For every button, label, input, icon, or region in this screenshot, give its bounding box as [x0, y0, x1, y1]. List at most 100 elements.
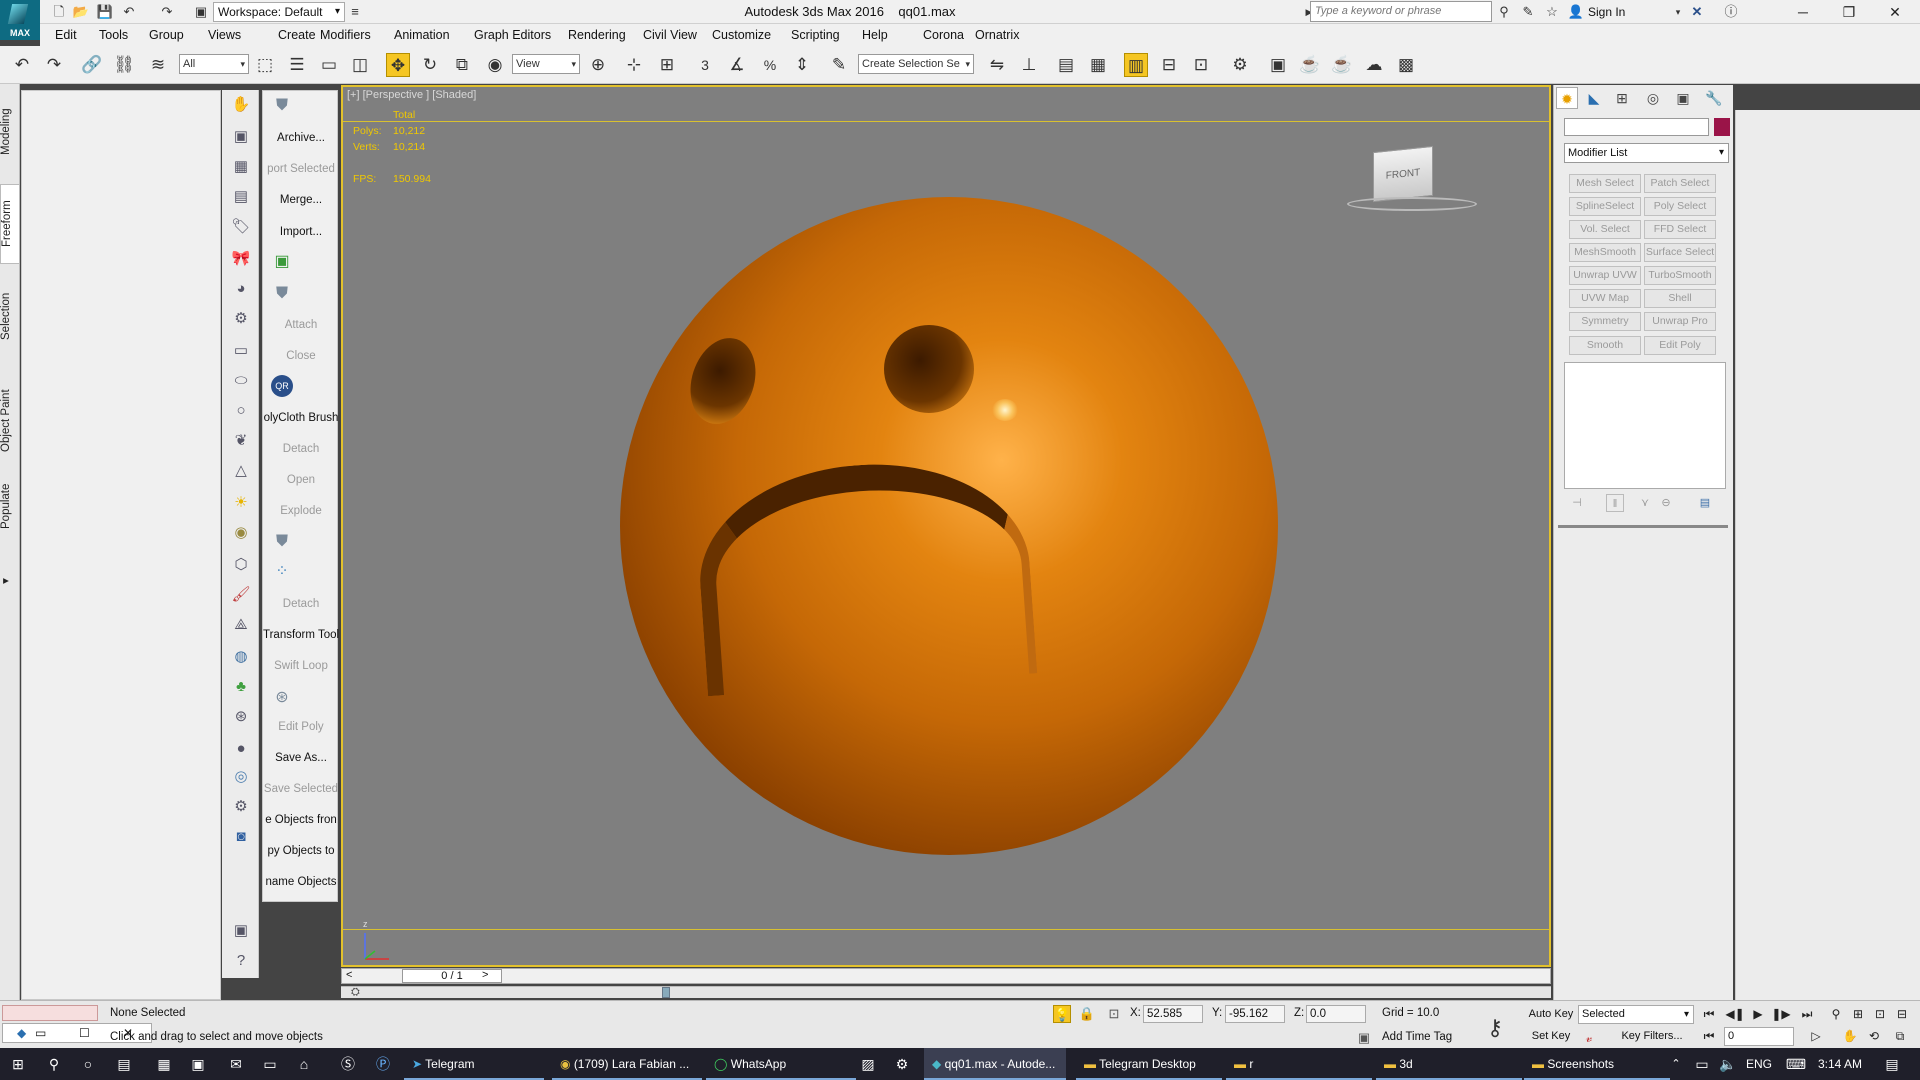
curve-editor-icon[interactable]: ▥: [1124, 53, 1148, 77]
select-object-icon[interactable]: ⬚: [253, 53, 277, 77]
select-by-name-icon[interactable]: ☰: [285, 53, 309, 77]
new-file-icon[interactable]: 🗋: [50, 3, 68, 21]
export-selected-button[interactable]: port Selected: [263, 163, 339, 175]
undo-icon[interactable]: ↶: [10, 53, 34, 77]
taskbar-app-whatsapp[interactable]: ◯ WhatsApp: [706, 1048, 856, 1080]
zoom-icon[interactable]: ⚲: [1826, 1005, 1846, 1024]
utilities-tab-icon[interactable]: 🔧: [1703, 87, 1725, 109]
sun-light-icon[interactable]: ☀: [230, 492, 252, 514]
show-end-result-icon[interactable]: ‖: [1606, 494, 1624, 512]
meshsmooth-button[interactable]: MeshSmooth: [1569, 243, 1641, 262]
menu-tools[interactable]: Tools: [99, 28, 128, 42]
listener-minimize-icon[interactable]: ▭: [35, 1024, 46, 1042]
menu-group[interactable]: Group: [149, 28, 184, 42]
tab-freeform[interactable]: Freeform: [0, 184, 20, 264]
current-frame-field[interactable]: 0: [1724, 1027, 1794, 1046]
absolute-relative-toggle-icon[interactable]: ⊡: [1105, 1005, 1123, 1023]
import-button[interactable]: Import...: [263, 226, 339, 238]
edit-named-selection-icon[interactable]: ✎: [827, 53, 851, 77]
previous-frame-icon[interactable]: ◀❚: [1725, 1005, 1745, 1024]
blue-sphere-icon[interactable]: ◎: [230, 766, 252, 788]
sphere-icon[interactable]: ○: [230, 400, 252, 422]
menu-animation[interactable]: Animation: [394, 28, 450, 42]
gear-icon[interactable]: ⚙: [230, 796, 252, 818]
tag-icon[interactable]: 🏷: [230, 216, 252, 238]
favorites-star-icon[interactable]: ☆: [1543, 3, 1561, 21]
zoom-extents-icon[interactable]: ⊡: [1870, 1005, 1890, 1024]
make-unique-icon[interactable]: ⋎: [1636, 494, 1654, 512]
pivot-center-icon[interactable]: ⊕: [586, 53, 610, 77]
notifications-icon[interactable]: ▤: [1878, 1048, 1906, 1080]
sphere-light-icon[interactable]: ◉: [230, 522, 252, 544]
time-next-button[interactable]: >: [482, 969, 488, 981]
sign-in-link[interactable]: Sign In: [1588, 5, 1625, 19]
qr-icon[interactable]: QR: [271, 375, 293, 397]
save-selected-button[interactable]: Save Selected: [263, 783, 339, 795]
explode-button[interactable]: Explode: [263, 505, 339, 517]
zoom-extents-all-icon[interactable]: ⊟: [1892, 1005, 1912, 1024]
network-icon[interactable]: ⌂: [290, 1048, 318, 1080]
keyboard-shortcut-override-icon[interactable]: ⊞: [655, 53, 679, 77]
grass-icon[interactable]: ❦: [230, 430, 252, 452]
taskbar-app-telegram-desktop[interactable]: ▬ Telegram Desktop: [1076, 1048, 1222, 1080]
triangle-mesh-icon[interactable]: ⟁: [230, 614, 252, 636]
set-key-button[interactable]: Set Key: [1526, 1027, 1576, 1046]
spline-select-button[interactable]: SplineSelect: [1569, 197, 1641, 216]
taskbar-app-telegram[interactable]: ➤ Telegram: [404, 1048, 544, 1080]
ribbon-icon[interactable]: 🎀: [230, 248, 252, 270]
spinner-snap-icon[interactable]: ⇕: [790, 53, 814, 77]
viewcube-compass-ring[interactable]: [1347, 197, 1477, 211]
unlink-icon[interactable]: ⛓: [112, 53, 136, 77]
smooth-button[interactable]: Smooth: [1569, 336, 1641, 355]
open-button[interactable]: Open: [263, 474, 339, 486]
reference-coordinate-dropdown[interactable]: View: [512, 54, 580, 74]
surface-select-button[interactable]: Surface Select: [1644, 243, 1716, 262]
listener-restore-icon[interactable]: ☐: [79, 1024, 90, 1042]
tab-object-paint[interactable]: Object Paint: [0, 380, 20, 462]
search-icon[interactable]: ⚲: [40, 1048, 68, 1080]
play-icon[interactable]: ▶: [1748, 1005, 1768, 1024]
save-as-button[interactable]: Save As...: [263, 752, 339, 764]
go-to-start-icon[interactable]: ⏮: [1699, 1005, 1719, 1024]
orbit-icon[interactable]: ⟲: [1864, 1027, 1884, 1046]
rendered-frame-window-icon[interactable]: ▣: [1266, 53, 1290, 77]
help-icon[interactable]: ?: [230, 950, 252, 972]
mail-icon[interactable]: ✉: [222, 1048, 250, 1080]
swift-loop-button[interactable]: Swift Loop: [263, 660, 339, 672]
display-tab-icon[interactable]: ▣: [1672, 87, 1694, 109]
undo-icon[interactable]: ↶: [120, 3, 138, 21]
menu-corona[interactable]: Corona: [923, 28, 964, 42]
binoculars-icon[interactable]: ⚲: [1495, 3, 1513, 21]
angle-snap-icon[interactable]: ∡: [725, 53, 749, 77]
menu-civil-view[interactable]: Civil View: [643, 28, 697, 42]
merge-icon[interactable]: ▣: [230, 126, 252, 148]
tab-selection[interactable]: Selection: [0, 286, 20, 346]
ffd-select-button[interactable]: FFD Select: [1644, 220, 1716, 239]
perspective-viewport[interactable]: [+] [Perspective ] [Shaded] Total Polys:…: [341, 85, 1551, 967]
rename-objects-button[interactable]: name Objects: [263, 876, 339, 888]
keyboard-icon[interactable]: ⌨: [1782, 1048, 1810, 1080]
tab-expand-icon[interactable]: ◂: [0, 574, 20, 590]
redo-icon[interactable]: ↷: [158, 3, 176, 21]
image-viewer-icon[interactable]: ▨: [854, 1048, 882, 1080]
x-coordinate-field[interactable]: 52.585: [1143, 1005, 1203, 1023]
workspace-dropdown[interactable]: Workspace: Default: [213, 2, 345, 22]
poly-select-button[interactable]: Poly Select: [1644, 197, 1716, 216]
merge-button[interactable]: Merge...: [263, 194, 339, 206]
tab-populate[interactable]: Populate: [0, 476, 20, 536]
next-frame-icon[interactable]: ❚▶: [1771, 1005, 1791, 1024]
windows-start-icon[interactable]: ⊞: [4, 1048, 32, 1080]
save-file-icon[interactable]: 💾: [96, 3, 114, 21]
task-view-icon[interactable]: ▤: [110, 1048, 138, 1080]
detach-button[interactable]: Detach: [263, 443, 339, 455]
named-selection-set-dropdown[interactable]: Create Selection Se: [858, 54, 974, 74]
turbosmooth-button[interactable]: TurboSmooth: [1644, 266, 1716, 285]
restore-icon[interactable]: ❐: [1826, 0, 1872, 24]
close-icon[interactable]: ✕: [1872, 0, 1918, 24]
help-icon[interactable]: ⓘ: [1722, 3, 1740, 21]
modifier-stack[interactable]: [1564, 362, 1726, 489]
selection-lock-icon[interactable]: 🔒: [1078, 1005, 1096, 1023]
render-cloud-icon[interactable]: ☁: [1362, 53, 1386, 77]
select-and-move-icon[interactable]: ✥: [386, 53, 410, 77]
store-icon[interactable]: ▣: [184, 1048, 212, 1080]
